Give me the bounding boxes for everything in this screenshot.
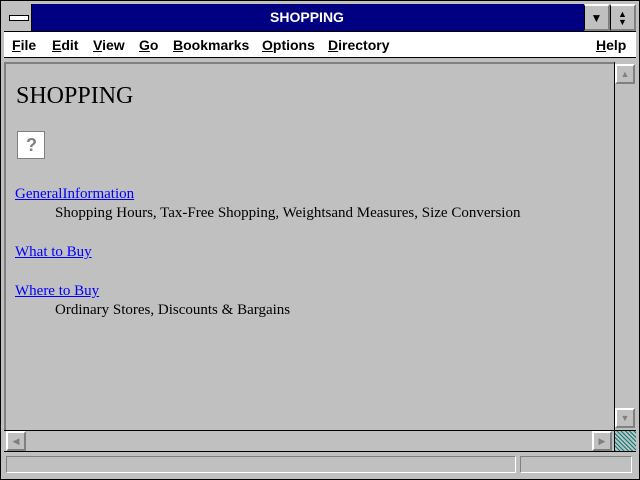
title-bar[interactable]: SHOPPING ▼ ▲ ▼: [4, 4, 636, 32]
scroll-right-button[interactable]: ▶: [592, 431, 612, 451]
document-view: SHOPPING ? GeneralInformation Shopping H…: [4, 62, 614, 430]
maximize-button[interactable]: ▲ ▼: [610, 4, 636, 31]
menu-view[interactable]: View: [93, 37, 125, 53]
menu-directory[interactable]: Directory: [328, 37, 389, 53]
left-arrow-icon: ◀: [12, 435, 20, 446]
menu-help[interactable]: Help: [596, 37, 626, 53]
size-grip[interactable]: [614, 430, 636, 451]
status-progress-panel: [520, 456, 632, 473]
system-menu-button[interactable]: [4, 4, 32, 31]
description-general-information: Shopping Hours, Tax-Free Shopping, Weigh…: [55, 205, 521, 221]
page-title: SHOPPING: [16, 83, 134, 109]
menu-file[interactable]: File: [12, 37, 36, 53]
scroll-down-button[interactable]: ▼: [615, 408, 635, 428]
link-where-to-buy[interactable]: Where to Buy: [15, 283, 99, 300]
menu-go[interactable]: Go: [139, 37, 158, 53]
horizontal-scrollbar[interactable]: ◀ ▶: [4, 430, 614, 451]
menu-bookmarks[interactable]: Bookmarks: [173, 37, 249, 53]
down-triangle-icon: ▼: [590, 10, 603, 25]
menu-bar: File Edit View Go Bookmarks Options Dire…: [4, 32, 636, 58]
vertical-scrollbar[interactable]: ▲ ▼: [614, 62, 636, 430]
link-general-information[interactable]: GeneralInformation: [15, 186, 134, 203]
scroll-left-button[interactable]: ◀: [6, 431, 26, 451]
status-bar: [4, 451, 636, 476]
menu-edit[interactable]: Edit: [52, 37, 78, 53]
scroll-up-button[interactable]: ▲: [615, 64, 635, 84]
down-arrow-icon: ▼: [620, 413, 630, 423]
up-arrow-icon: ▲: [620, 69, 630, 79]
question-mark-image-icon: ?: [17, 131, 45, 159]
link-what-to-buy[interactable]: What to Buy: [15, 244, 92, 261]
status-message-panel: [6, 456, 516, 473]
description-where-to-buy: Ordinary Stores, Discounts & Bargains: [55, 302, 291, 318]
up-down-triangles-icon: ▲ ▼: [618, 8, 627, 27]
right-arrow-icon: ▶: [598, 435, 606, 446]
minimize-button[interactable]: ▼: [584, 4, 610, 31]
window-title: SHOPPING: [270, 9, 344, 25]
menu-options[interactable]: Options: [262, 37, 315, 53]
system-menu-icon: [9, 15, 29, 21]
